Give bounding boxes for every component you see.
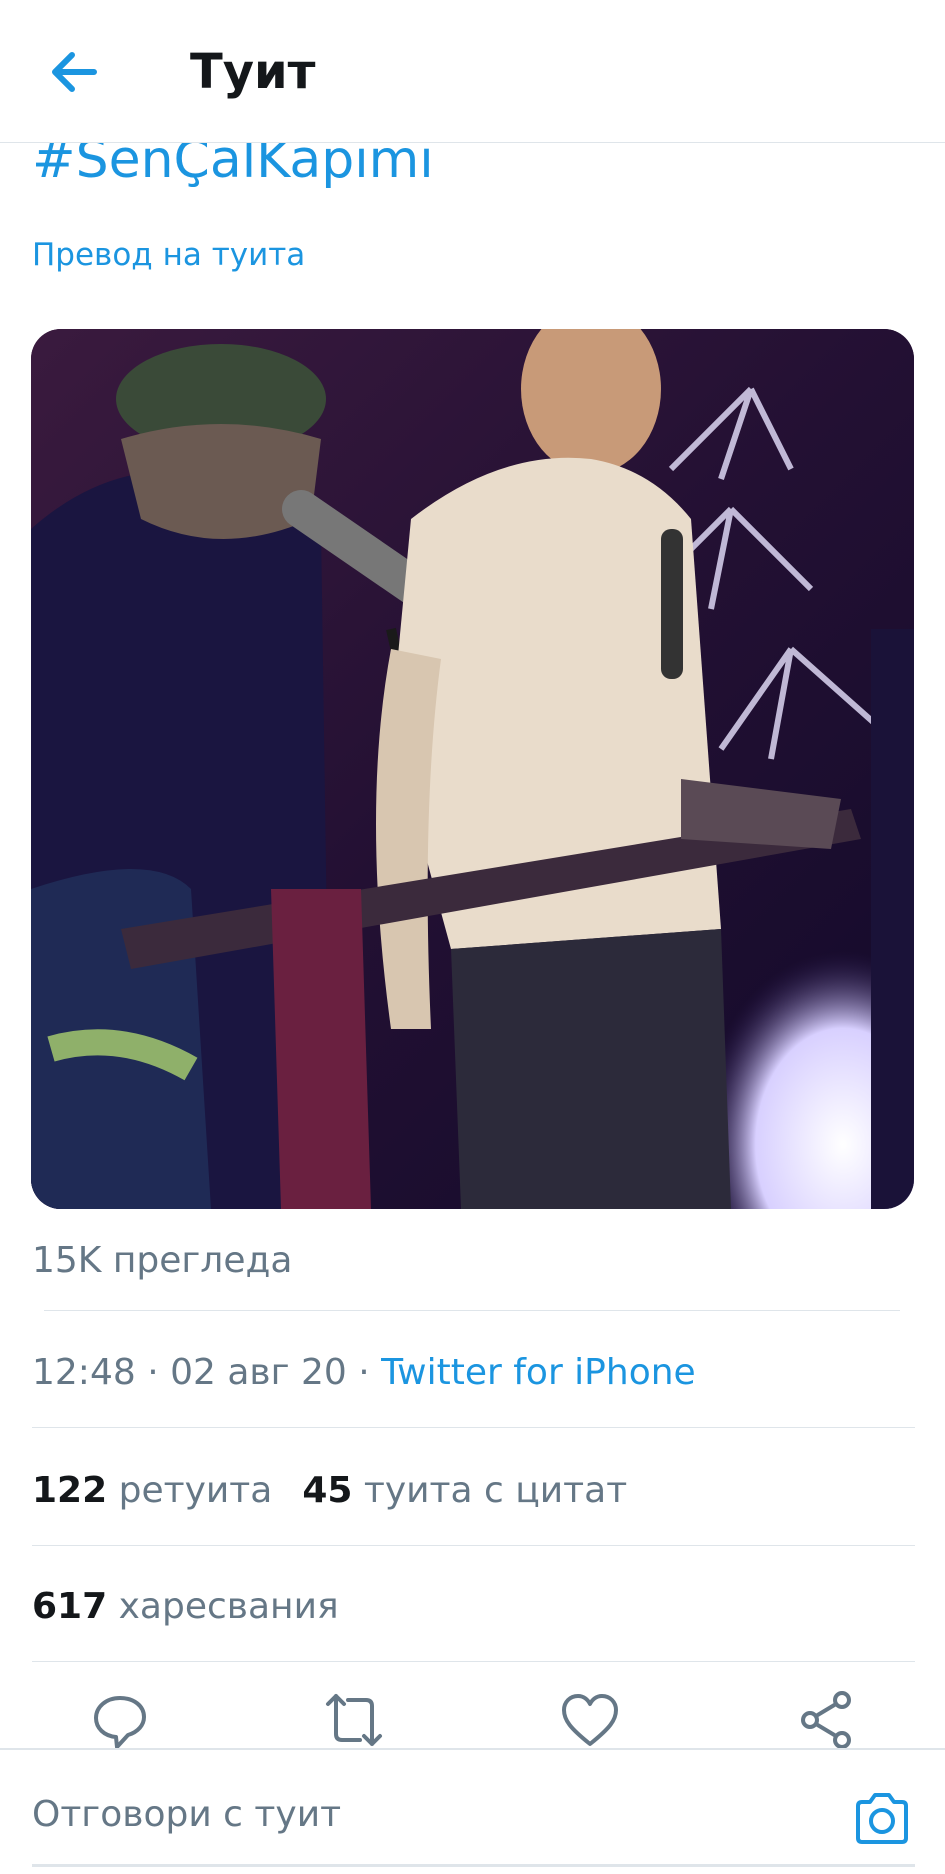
tweet-date: 02 авг 20 xyxy=(170,1352,347,1393)
quotes-count: 45 xyxy=(302,1470,353,1511)
heart-icon xyxy=(562,1694,618,1746)
source-link[interactable]: Twitter for iPhone xyxy=(381,1352,696,1393)
video-thumbnail xyxy=(31,329,914,1209)
share-icon xyxy=(801,1691,851,1749)
reply-icon xyxy=(94,1696,146,1749)
retweet-button[interactable] xyxy=(324,1690,384,1750)
tweet-video[interactable] xyxy=(31,329,914,1209)
retweets-label: ретуита xyxy=(118,1470,273,1511)
divider xyxy=(32,1427,915,1428)
retweet-stats-row: 122 ретуита 45 туита с цитат xyxy=(32,1470,627,1511)
camera-button[interactable] xyxy=(852,1790,912,1846)
reply-button[interactable] xyxy=(90,1690,150,1750)
camera-icon xyxy=(856,1793,908,1844)
back-button[interactable] xyxy=(44,42,104,102)
arrow-left-icon xyxy=(52,52,97,92)
divider xyxy=(32,1545,915,1546)
translate-tweet-link[interactable]: Превод на туита xyxy=(32,237,305,273)
view-count: 15K прегледа xyxy=(32,1240,293,1281)
tweet-time: 12:48 xyxy=(32,1352,136,1393)
share-button[interactable] xyxy=(796,1690,856,1750)
retweet-icon xyxy=(326,1694,382,1746)
like-button[interactable] xyxy=(560,1690,620,1750)
likes-count: 617 xyxy=(32,1586,108,1627)
reply-underline xyxy=(32,1864,915,1867)
reply-composer-bar: Отговори с туит xyxy=(0,1748,945,1874)
divider xyxy=(32,1661,915,1662)
separator: · xyxy=(135,1352,171,1393)
quotes-stat[interactable]: 45 туита с цитат xyxy=(302,1470,627,1511)
divider xyxy=(44,1310,900,1311)
top-app-bar: Туит xyxy=(0,0,945,143)
quotes-label: туита с цитат xyxy=(363,1470,628,1511)
page-title: Туит xyxy=(190,44,316,100)
separator: · xyxy=(346,1352,382,1393)
tweet-metadata: 12:48 · 02 авг 20 · Twitter for iPhone xyxy=(32,1352,696,1393)
retweets-count: 122 xyxy=(32,1470,108,1511)
likes-label: харесвания xyxy=(118,1586,339,1627)
reply-input[interactable]: Отговори с туит xyxy=(32,1794,341,1835)
likes-stat[interactable]: 617 харесвания xyxy=(32,1586,339,1627)
retweets-stat[interactable]: 122 ретуита xyxy=(32,1470,272,1511)
